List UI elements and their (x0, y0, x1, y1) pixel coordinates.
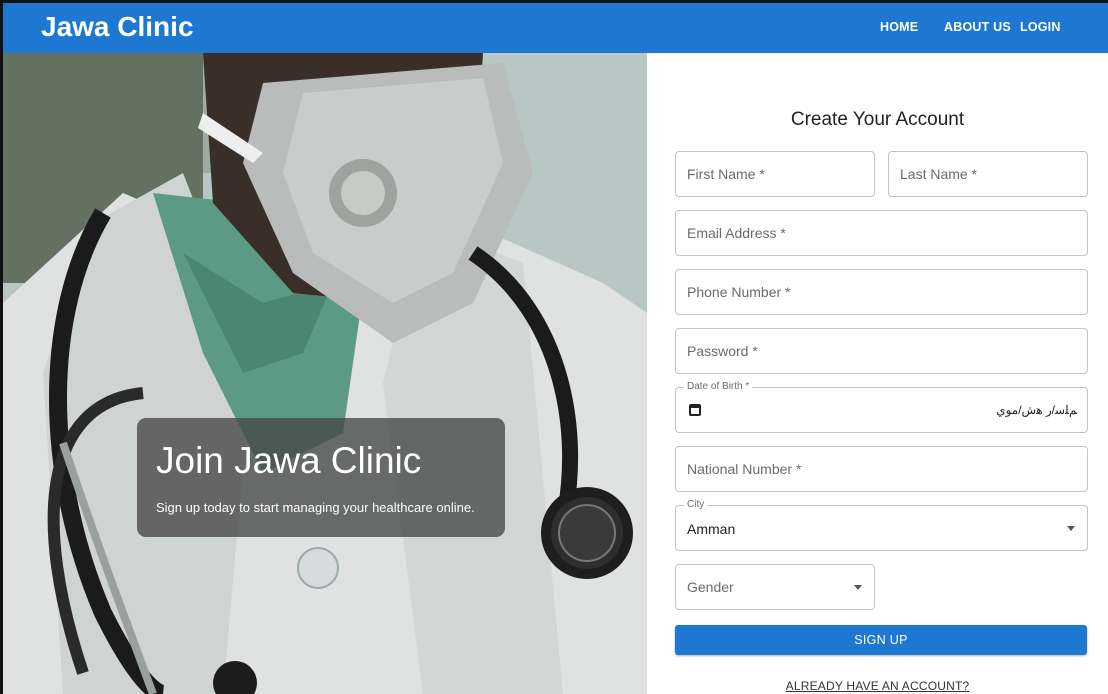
gender-select[interactable]: Gender (675, 564, 875, 610)
national-number-field[interactable]: National Number * (675, 446, 1088, 492)
top-navigation-bar: Jawa Clinic HOME ABOUT US LOGIN (3, 3, 1108, 53)
app-frame: Jawa Clinic HOME ABOUT US LOGIN Join Jaw… (3, 3, 1108, 694)
already-have-account-link[interactable]: ALREADY HAVE AN ACCOUNT? (647, 679, 1108, 693)
chevron-down-icon (1067, 526, 1075, 531)
city-label: City (684, 499, 708, 510)
nav-about-link[interactable]: ABOUT US (944, 20, 1011, 34)
phone-placeholder: Phone Number * (687, 284, 791, 300)
phone-field[interactable]: Phone Number * (675, 269, 1088, 315)
last-name-field[interactable]: Last Name * (888, 151, 1088, 197)
gender-placeholder: Gender (687, 579, 734, 595)
date-of-birth-label: Date of Birth * (684, 381, 753, 392)
password-placeholder: Password * (687, 343, 758, 359)
sign-up-button[interactable]: SIGN UP (675, 625, 1087, 655)
hero-image: Join Jawa Clinic Sign up today to start … (3, 53, 647, 694)
email-field[interactable]: Email Address * (675, 210, 1088, 256)
form-title: Create Your Account (790, 109, 965, 130)
hero-subtitle: Sign up today to start managing your hea… (156, 500, 475, 515)
password-field[interactable]: Password * (675, 328, 1088, 374)
first-name-placeholder: First Name * (687, 166, 765, 182)
hero-title: Join Jawa Clinic (156, 440, 422, 481)
city-select[interactable]: City Amman (675, 499, 1088, 551)
nav-login-link[interactable]: LOGIN (1020, 20, 1061, 34)
signup-form-panel: Create Your Account First Name * Last Na… (647, 53, 1108, 694)
nav-home-link[interactable]: HOME (880, 20, 918, 34)
hero-overlay-card: Join Jawa Clinic Sign up today to start … (137, 418, 505, 537)
last-name-placeholder: Last Name * (900, 166, 978, 182)
brand-logo[interactable]: Jawa Clinic (41, 11, 194, 43)
date-of-birth-field[interactable]: Date of Birth * ﻢﻠﺳ/ﺭ ﻫﺵ/ﻣﻮﻱ (675, 381, 1088, 433)
email-placeholder: Email Address * (687, 225, 786, 241)
chevron-down-icon (854, 585, 862, 590)
date-of-birth-placeholder: ﻢﻠﺳ/ﺭ ﻫﺵ/ﻣﻮﻱ (996, 403, 1077, 417)
calendar-icon[interactable] (689, 404, 701, 416)
doctor-illustration (3, 53, 647, 694)
first-name-field[interactable]: First Name * (675, 151, 875, 197)
city-value: Amman (687, 521, 736, 537)
national-number-placeholder: National Number * (687, 461, 802, 477)
